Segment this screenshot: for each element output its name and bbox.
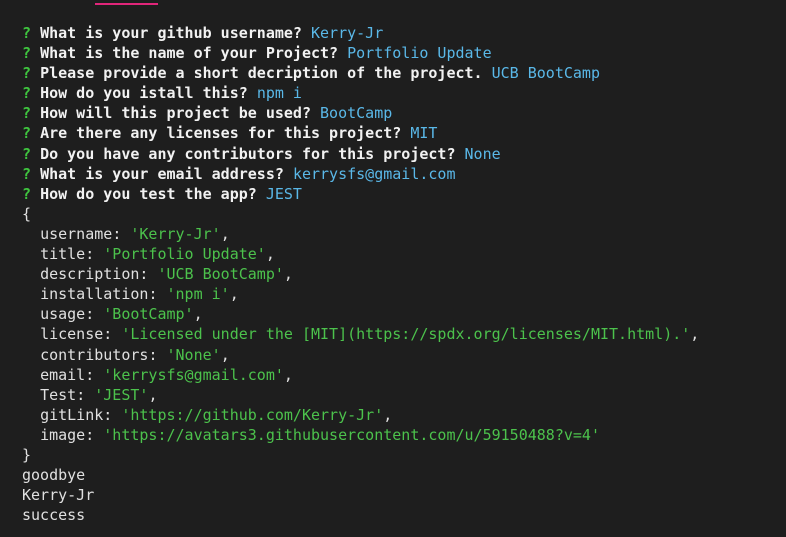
prompt-answer: UCB BootCamp: [491, 64, 600, 83]
log-line-username: Kerry-Jr: [22, 486, 95, 505]
object-value: 'UCB BootCamp': [157, 265, 284, 284]
prompt-line: ? Are there any licenses for this projec…: [22, 123, 699, 143]
prompt-answer: None: [464, 144, 501, 163]
object-entry: description: 'UCB BootCamp',: [40, 265, 293, 284]
prompt-line: ? How do you test the app? JEST: [22, 184, 699, 204]
prompt-question: What is the name of your Project?: [40, 44, 339, 63]
object-value: 'None': [166, 345, 221, 364]
object-value: 'BootCamp': [103, 305, 194, 324]
prompt-question: Please provide a short decription of the…: [40, 64, 483, 83]
question-mark-icon: ?: [22, 124, 32, 143]
question-mark-icon: ?: [22, 144, 32, 163]
object-key: Test: [40, 385, 77, 404]
prompt-answer: kerrysfs@gmail.com: [292, 164, 456, 183]
prompt-line: ? What is your github username? Kerry-Jr: [22, 23, 699, 43]
question-mark-icon: ?: [22, 164, 32, 183]
question-mark-icon: ?: [22, 184, 32, 203]
object-key: email: [40, 365, 86, 384]
object-value: 'https://github.com/Kerry-Jr': [121, 405, 384, 424]
object-entry: contributors: 'None',: [40, 345, 230, 364]
object-key: description: [40, 265, 140, 284]
object-value: 'kerrysfs@gmail.com': [103, 365, 284, 384]
object-value: 'Kerry-Jr': [130, 224, 221, 243]
object-key: gitLink: [40, 405, 104, 424]
object-open-brace: {: [22, 204, 32, 223]
object-entry: Test: 'JEST',: [40, 385, 158, 404]
prompt-question: Are there any licenses for this project?: [40, 124, 402, 143]
prompt-question: What is your email address?: [40, 164, 284, 183]
prompt-line: ? Do you have any contributors for this …: [22, 144, 699, 164]
object-key: title: [40, 245, 86, 264]
question-mark-icon: ?: [22, 84, 32, 103]
object-value: 'Licensed under the [MIT](https://spdx.o…: [121, 325, 691, 344]
prompt-answer: Portfolio Update: [347, 44, 492, 63]
prompt-line: ? How do you istall this? npm i: [22, 83, 699, 103]
prompt-answer: BootCamp: [320, 104, 393, 123]
object-close-brace: }: [22, 445, 32, 464]
question-mark-icon: ?: [22, 64, 32, 83]
terminal-output: ? What is your github username? Kerry-Jr…: [22, 23, 699, 525]
prompt-question: How will this project be used?: [40, 104, 311, 123]
prompt-answer: npm i: [256, 84, 302, 103]
object-entry: image: 'https://avatars3.githubuserconte…: [40, 425, 600, 444]
object-entry: license: 'Licensed under the [MIT](https…: [40, 325, 700, 344]
prompt-question: What is your github username?: [40, 24, 302, 42]
object-key: contributors: [40, 345, 149, 364]
object-entry: username: 'Kerry-Jr',: [40, 224, 230, 243]
object-key: image: [40, 425, 86, 444]
object-value: 'Portfolio Update': [103, 245, 266, 264]
terminal-window[interactable]: ? What is your github username? Kerry-Jr…: [0, 0, 786, 537]
prompt-line: ? How will this project be used? BootCam…: [22, 103, 699, 123]
object-key: username: [40, 224, 113, 243]
object-value: 'JEST': [94, 385, 149, 404]
object-key: license: [40, 325, 104, 344]
object-entry: gitLink: 'https://github.com/Kerry-Jr',: [40, 405, 393, 424]
object-entry: installation: 'npm i',: [40, 285, 239, 304]
prompt-answer: Kerry-Jr: [311, 24, 384, 42]
prompt-question: How do you test the app?: [40, 184, 257, 203]
log-line-goodbye: goodbye: [22, 466, 86, 485]
object-value: 'npm i': [166, 285, 230, 304]
object-key: installation: [40, 285, 149, 304]
prompt-line: ? What is the name of your Project? Port…: [22, 43, 699, 63]
prompt-line: ? Please provide a short decription of t…: [22, 63, 699, 83]
question-mark-icon: ?: [22, 104, 32, 123]
prompt-question: Do you have any contributors for this pr…: [40, 144, 456, 163]
log-line-success: success: [22, 506, 86, 525]
object-entry: title: 'Portfolio Update',: [40, 245, 275, 264]
active-tab-indicator: [95, 3, 158, 5]
prompt-question: How do you istall this?: [40, 84, 248, 103]
question-mark-icon: ?: [22, 24, 32, 42]
object-value: 'https://avatars3.githubusercontent.com/…: [103, 425, 600, 444]
object-entry: email: 'kerrysfs@gmail.com',: [40, 365, 293, 384]
object-entry: usage: 'BootCamp',: [40, 305, 203, 324]
object-key: usage: [40, 305, 86, 324]
question-mark-icon: ?: [22, 44, 32, 63]
prompt-line: ? What is your email address? kerrysfs@g…: [22, 164, 699, 184]
prompt-answer: JEST: [265, 184, 302, 203]
prompt-answer: MIT: [410, 124, 438, 143]
